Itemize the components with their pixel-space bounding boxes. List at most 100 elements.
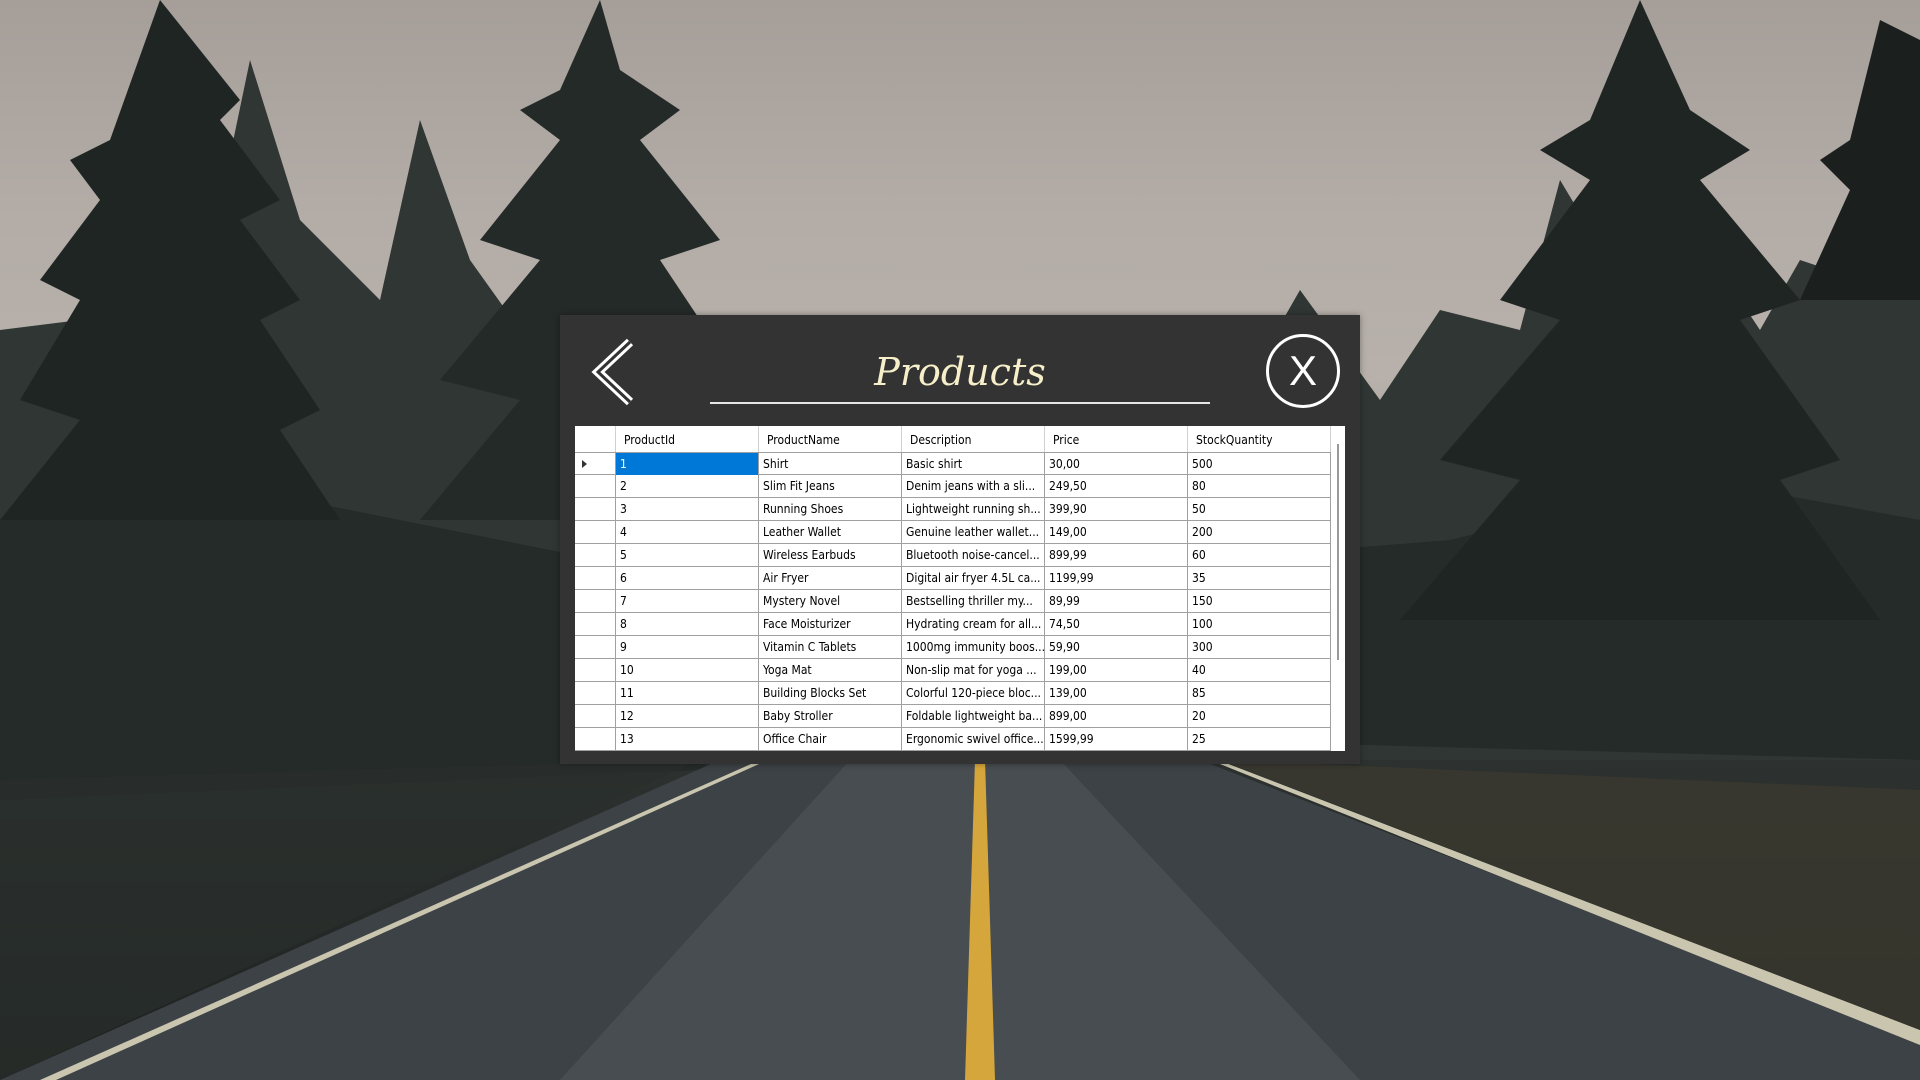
cell-description[interactable]: 1000mg immunity boos... xyxy=(902,636,1045,658)
cell-productname[interactable]: Vitamin C Tablets xyxy=(759,636,902,658)
cell-stockquantity[interactable]: 50 xyxy=(1188,498,1331,520)
row-header[interactable] xyxy=(575,682,616,704)
cell-description[interactable]: Lightweight running sh... xyxy=(902,498,1045,520)
cell-productname[interactable]: Air Fryer xyxy=(759,567,902,589)
cell-productname[interactable]: Running Shoes xyxy=(759,498,902,520)
cell-price[interactable]: 149,00 xyxy=(1045,521,1188,543)
products-grid[interactable]: ProductId ProductName Description Price … xyxy=(575,426,1345,751)
row-header[interactable] xyxy=(575,521,616,543)
row-header[interactable] xyxy=(575,659,616,681)
cell-description[interactable]: Foldable lightweight ba... xyxy=(902,705,1045,727)
cell-description[interactable]: Bluetooth noise-cancel... xyxy=(902,544,1045,566)
cell-productid[interactable]: 3 xyxy=(616,498,759,520)
cell-description[interactable]: Hydrating cream for all... xyxy=(902,613,1045,635)
row-header[interactable] xyxy=(575,453,616,475)
cell-description[interactable]: Non-slip mat for yoga ... xyxy=(902,659,1045,681)
cell-productname[interactable]: Leather Wallet xyxy=(759,521,902,543)
table-row[interactable]: 9 Vitamin C Tablets 1000mg immunity boos..… xyxy=(575,636,1331,659)
table-row[interactable]: 1 Shirt Basic shirt 30,00 500 xyxy=(575,452,1331,475)
cell-productname[interactable]: Mystery Novel xyxy=(759,590,902,612)
row-header[interactable] xyxy=(575,705,616,727)
table-row[interactable]: 6 Air Fryer Digital air fryer 4.5L ca... 11… xyxy=(575,567,1331,590)
cell-stockquantity[interactable]: 60 xyxy=(1188,544,1331,566)
table-row[interactable]: 10 Yoga Mat Non-slip mat for yoga ... 199,0… xyxy=(575,659,1331,682)
cell-stockquantity[interactable]: 40 xyxy=(1188,659,1331,681)
table-row[interactable]: 13 Office Chair Ergonomic swivel office...… xyxy=(575,728,1331,751)
row-header[interactable] xyxy=(575,498,616,520)
cell-price[interactable]: 30,00 xyxy=(1045,453,1188,475)
table-row[interactable]: 5 Wireless Earbuds Bluetooth noise-cancel.… xyxy=(575,544,1331,567)
cell-productid[interactable]: 7 xyxy=(616,590,759,612)
column-header-price[interactable]: Price xyxy=(1045,426,1188,452)
table-row[interactable]: 8 Face Moisturizer Hydrating cream for all… xyxy=(575,613,1331,636)
cell-productid[interactable]: 10 xyxy=(616,659,759,681)
table-row[interactable]: 3 Running Shoes Lightweight running sh... 3… xyxy=(575,498,1331,521)
cell-productname[interactable]: Face Moisturizer xyxy=(759,613,902,635)
row-header[interactable] xyxy=(575,636,616,658)
back-button[interactable] xyxy=(580,332,660,412)
cell-price[interactable]: 1599,99 xyxy=(1045,728,1188,750)
cell-productid[interactable]: 2 xyxy=(616,475,759,497)
cell-stockquantity[interactable]: 200 xyxy=(1188,521,1331,543)
column-header-productname[interactable]: ProductName xyxy=(759,426,902,452)
close-button[interactable]: X xyxy=(1266,334,1340,408)
cell-description[interactable]: Colorful 120-piece bloc... xyxy=(902,682,1045,704)
table-row[interactable]: 11 Building Blocks Set Colorful 120-piece … xyxy=(575,682,1331,705)
cell-price[interactable]: 249,50 xyxy=(1045,475,1188,497)
row-header[interactable] xyxy=(575,567,616,589)
cell-price[interactable]: 89,99 xyxy=(1045,590,1188,612)
cell-price[interactable]: 899,99 xyxy=(1045,544,1188,566)
row-header[interactable] xyxy=(575,475,616,497)
row-header[interactable] xyxy=(575,544,616,566)
row-header[interactable] xyxy=(575,590,616,612)
cell-price[interactable]: 1199,99 xyxy=(1045,567,1188,589)
row-header[interactable] xyxy=(575,613,616,635)
column-header-description[interactable]: Description xyxy=(902,426,1045,452)
cell-stockquantity[interactable]: 85 xyxy=(1188,682,1331,704)
cell-description[interactable]: Denim jeans with a sli... xyxy=(902,475,1045,497)
table-row[interactable]: 12 Baby Stroller Foldable lightweight ba..… xyxy=(575,705,1331,728)
vertical-scrollbar[interactable] xyxy=(1331,426,1345,751)
table-row[interactable]: 2 Slim Fit Jeans Denim jeans with a sli...… xyxy=(575,475,1331,498)
table-row[interactable]: 7 Mystery Novel Bestselling thriller my...… xyxy=(575,590,1331,613)
cell-stockquantity[interactable]: 25 xyxy=(1188,728,1331,750)
cell-price[interactable]: 74,50 xyxy=(1045,613,1188,635)
cell-productname[interactable]: Office Chair xyxy=(759,728,902,750)
column-header-productid[interactable]: ProductId xyxy=(616,426,759,452)
cell-productid[interactable]: 5 xyxy=(616,544,759,566)
cell-stockquantity[interactable]: 35 xyxy=(1188,567,1331,589)
cell-productid[interactable]: 11 xyxy=(616,682,759,704)
cell-description[interactable]: Basic shirt xyxy=(902,453,1045,475)
cell-productid[interactable]: 4 xyxy=(616,521,759,543)
cell-productid[interactable]: 13 xyxy=(616,728,759,750)
cell-productid[interactable]: 1 xyxy=(616,453,759,475)
cell-stockquantity[interactable]: 20 xyxy=(1188,705,1331,727)
cell-productid[interactable]: 8 xyxy=(616,613,759,635)
cell-price[interactable]: 899,00 xyxy=(1045,705,1188,727)
cell-productname[interactable]: Slim Fit Jeans xyxy=(759,475,902,497)
cell-price[interactable]: 139,00 xyxy=(1045,682,1188,704)
cell-stockquantity[interactable]: 80 xyxy=(1188,475,1331,497)
cell-productname[interactable]: Wireless Earbuds xyxy=(759,544,902,566)
cell-productname[interactable]: Baby Stroller xyxy=(759,705,902,727)
cell-price[interactable]: 399,90 xyxy=(1045,498,1188,520)
cell-productname[interactable]: Building Blocks Set xyxy=(759,682,902,704)
column-header-stockquantity[interactable]: StockQuantity xyxy=(1188,426,1331,452)
cell-productid[interactable]: 9 xyxy=(616,636,759,658)
cell-description[interactable]: Genuine leather wallet... xyxy=(902,521,1045,543)
cell-productname[interactable]: Yoga Mat xyxy=(759,659,902,681)
cell-stockquantity[interactable]: 300 xyxy=(1188,636,1331,658)
cell-stockquantity[interactable]: 150 xyxy=(1188,590,1331,612)
cell-price[interactable]: 199,00 xyxy=(1045,659,1188,681)
cell-productid[interactable]: 12 xyxy=(616,705,759,727)
cell-productid[interactable]: 6 xyxy=(616,567,759,589)
scrollbar-thumb[interactable] xyxy=(1337,444,1339,660)
cell-productname[interactable]: Shirt xyxy=(759,453,902,475)
cell-description[interactable]: Ergonomic swivel office... xyxy=(902,728,1045,750)
cell-description[interactable]: Bestselling thriller my... xyxy=(902,590,1045,612)
cell-description[interactable]: Digital air fryer 4.5L ca... xyxy=(902,567,1045,589)
cell-stockquantity[interactable]: 500 xyxy=(1188,453,1331,475)
table-row[interactable]: 4 Leather Wallet Genuine leather wallet...… xyxy=(575,521,1331,544)
cell-stockquantity[interactable]: 100 xyxy=(1188,613,1331,635)
row-header[interactable] xyxy=(575,728,616,750)
